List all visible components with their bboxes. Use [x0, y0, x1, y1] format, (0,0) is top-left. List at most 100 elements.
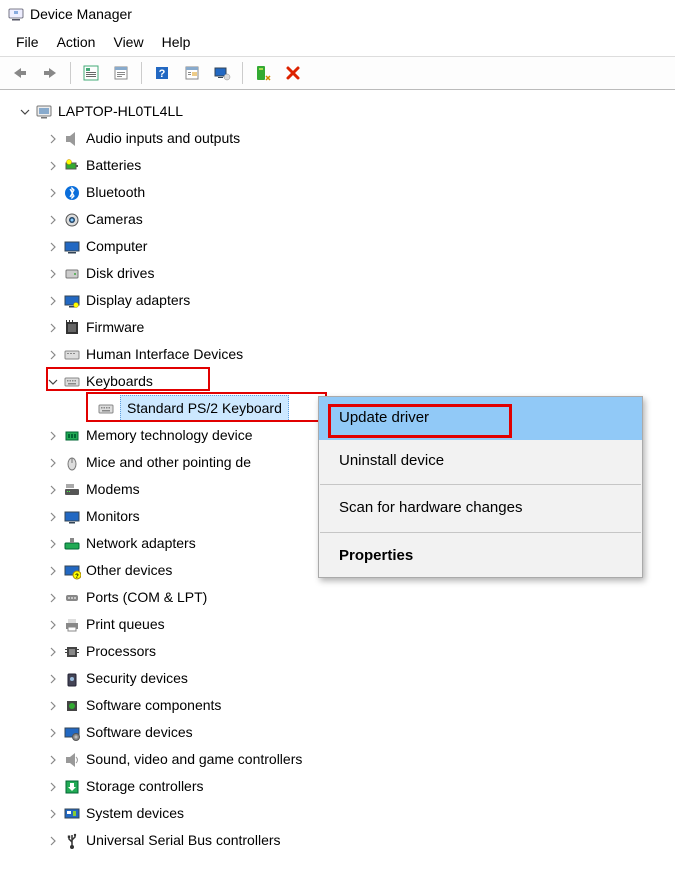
tree-category-label: Audio inputs and outputs — [86, 128, 240, 149]
tree-category[interactable]: Disk drives — [4, 260, 671, 287]
tree-category-label: Security devices — [86, 668, 188, 689]
menu-action[interactable]: Action — [57, 34, 96, 50]
disk-icon — [62, 264, 82, 284]
context-menu: Update driver Uninstall device Scan for … — [318, 396, 643, 578]
chevron-right-icon[interactable] — [46, 699, 60, 713]
tree-category-label: Memory technology device — [86, 425, 253, 446]
show-hide-tree-button[interactable] — [77, 59, 105, 87]
tree-category[interactable]: Ports (COM & LPT) — [4, 584, 671, 611]
system-icon — [62, 804, 82, 824]
tree-category-label: Batteries — [86, 155, 141, 176]
menu-help[interactable]: Help — [162, 34, 191, 50]
chevron-right-icon[interactable] — [46, 213, 60, 227]
chevron-right-icon[interactable] — [46, 456, 60, 470]
tree-category[interactable]: Universal Serial Bus controllers — [4, 827, 671, 854]
tree-category[interactable]: Cameras — [4, 206, 671, 233]
delete-button[interactable] — [279, 59, 307, 87]
tree-category[interactable]: Storage controllers — [4, 773, 671, 800]
tree-category[interactable]: Software components — [4, 692, 671, 719]
tree-category[interactable]: Sound, video and game controllers — [4, 746, 671, 773]
menu-view[interactable]: View — [113, 34, 143, 50]
bluetooth-icon — [62, 183, 82, 203]
tree-category-label: Software components — [86, 695, 221, 716]
tree-category[interactable]: Firmware — [4, 314, 671, 341]
tree-category[interactable]: Keyboards — [4, 368, 671, 395]
toolbar-separator — [242, 62, 243, 84]
tree-category-label: Firmware — [86, 317, 144, 338]
tree-category[interactable]: System devices — [4, 800, 671, 827]
other-icon: ? — [62, 561, 82, 581]
chevron-right-icon[interactable] — [46, 726, 60, 740]
chevron-right-icon[interactable] — [46, 834, 60, 848]
chevron-right-icon[interactable] — [46, 780, 60, 794]
speaker-icon — [62, 129, 82, 149]
scan-hardware-button[interactable] — [249, 59, 277, 87]
tree-category[interactable]: Security devices — [4, 665, 671, 692]
forward-button[interactable] — [36, 59, 64, 87]
chevron-right-icon[interactable] — [46, 645, 60, 659]
chevron-down-icon[interactable] — [46, 375, 60, 389]
help-button[interactable]: ? — [148, 59, 176, 87]
tree-category-label: Sound, video and game controllers — [86, 749, 302, 770]
chevron-right-icon[interactable] — [46, 429, 60, 443]
chevron-right-icon[interactable] — [46, 591, 60, 605]
tree-category[interactable]: Software devices — [4, 719, 671, 746]
tree-category-label: Display adapters — [86, 290, 190, 311]
tree-category[interactable]: Human Interface Devices — [4, 341, 671, 368]
tree-category-label: Keyboards — [86, 371, 153, 392]
chevron-right-icon[interactable] — [46, 321, 60, 335]
tree-category-label: Network adapters — [86, 533, 196, 554]
tree-category[interactable]: Batteries — [4, 152, 671, 179]
chevron-down-icon[interactable] — [18, 105, 32, 119]
chevron-right-icon[interactable] — [46, 537, 60, 551]
context-uninstall-device[interactable]: Uninstall device — [319, 440, 642, 483]
svg-text:?: ? — [159, 68, 166, 80]
menu-file[interactable]: File — [16, 34, 39, 50]
tree-category-label: Processors — [86, 641, 156, 662]
chevron-right-icon[interactable] — [46, 807, 60, 821]
tree-category-label: Software devices — [86, 722, 193, 743]
tree-category[interactable]: Processors — [4, 638, 671, 665]
chevron-right-icon[interactable] — [46, 564, 60, 578]
tree-category[interactable]: Display adapters — [4, 287, 671, 314]
action-sheet-button[interactable] — [178, 59, 206, 87]
network-icon — [62, 534, 82, 554]
tree-category[interactable]: Audio inputs and outputs — [4, 125, 671, 152]
storage-icon — [62, 777, 82, 797]
swdev-icon — [62, 723, 82, 743]
tree-category-label: Bluetooth — [86, 182, 145, 203]
context-update-driver[interactable]: Update driver — [319, 397, 642, 440]
back-button[interactable] — [6, 59, 34, 87]
tree-device-label: Standard PS/2 Keyboard — [120, 395, 289, 422]
tree-category[interactable]: Bluetooth — [4, 179, 671, 206]
chevron-right-icon[interactable] — [46, 672, 60, 686]
context-scan-hardware[interactable]: Scan for hardware changes — [319, 487, 642, 530]
chevron-right-icon[interactable] — [46, 348, 60, 362]
port-icon — [62, 588, 82, 608]
chevron-right-icon[interactable] — [46, 159, 60, 173]
chevron-right-icon[interactable] — [46, 186, 60, 200]
tree-category-label: Computer — [86, 236, 147, 257]
tree-category[interactable]: Print queues — [4, 611, 671, 638]
context-separator — [320, 484, 641, 485]
chevron-right-icon[interactable] — [46, 510, 60, 524]
tree-category-label: Human Interface Devices — [86, 344, 243, 365]
context-properties[interactable]: Properties — [319, 535, 642, 578]
battery-icon — [62, 156, 82, 176]
security-icon — [62, 669, 82, 689]
chevron-right-icon[interactable] — [46, 240, 60, 254]
chevron-right-icon[interactable] — [46, 753, 60, 767]
tree-category[interactable]: Computer — [4, 233, 671, 260]
properties-button[interactable] — [107, 59, 135, 87]
chevron-right-icon[interactable] — [46, 132, 60, 146]
root-node[interactable]: LAPTOP-HL0TL4LL — [4, 98, 671, 125]
tree-category-label: Modems — [86, 479, 140, 500]
chevron-right-icon[interactable] — [46, 294, 60, 308]
toolbar-separator — [70, 62, 71, 84]
chevron-right-icon[interactable] — [46, 618, 60, 632]
svg-text:?: ? — [75, 574, 79, 580]
tree-category-label: Mice and other pointing de — [86, 452, 251, 473]
chevron-right-icon[interactable] — [46, 483, 60, 497]
chevron-right-icon[interactable] — [46, 267, 60, 281]
remote-monitor-button[interactable] — [208, 59, 236, 87]
